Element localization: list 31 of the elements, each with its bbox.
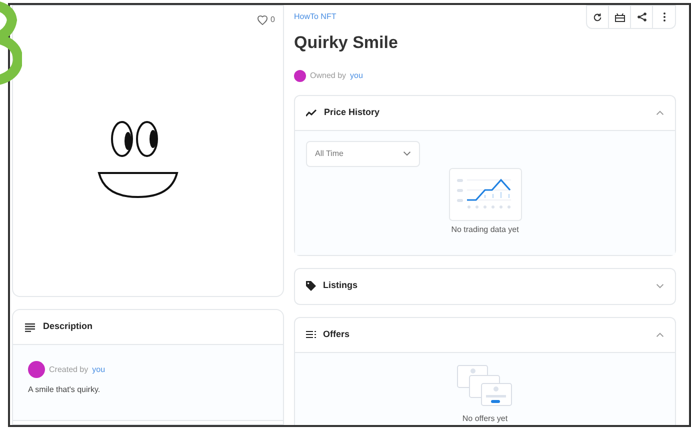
section-title: Offers bbox=[323, 328, 351, 341]
list-icon bbox=[306, 331, 316, 338]
item-title: Quirky Smile bbox=[294, 32, 399, 54]
chevron-icon[interactable] bbox=[656, 110, 664, 116]
created-by-label: Created by bbox=[49, 364, 88, 376]
description-text: A smile that's quirky. bbox=[28, 384, 102, 396]
like-count: 0 bbox=[270, 14, 275, 26]
refresh-icon bbox=[593, 12, 602, 22]
gift-icon bbox=[614, 12, 624, 22]
avatar bbox=[28, 361, 45, 378]
avatar bbox=[294, 70, 306, 82]
creator-link[interactable]: you bbox=[92, 364, 106, 376]
trend-line-icon bbox=[306, 108, 317, 116]
owned-by-label: Owned by bbox=[310, 70, 346, 82]
lines-icon bbox=[25, 322, 35, 332]
empty-offers-illustration bbox=[457, 364, 513, 406]
chevron-icon[interactable] bbox=[656, 283, 664, 289]
more-icon bbox=[662, 12, 666, 22]
time-range-dropdown[interactable]: All Time bbox=[306, 140, 420, 166]
section-title: Price History bbox=[324, 106, 381, 119]
share-icon bbox=[636, 12, 646, 22]
section-title: Description bbox=[43, 320, 93, 334]
empty-state-text: No offers yet bbox=[462, 412, 508, 424]
section-title: Listings bbox=[323, 279, 359, 292]
heart-icon[interactable] bbox=[256, 15, 268, 25]
tag-icon bbox=[306, 281, 316, 291]
chevron-icon[interactable] bbox=[656, 332, 664, 338]
owner-link[interactable]: you bbox=[350, 70, 363, 82]
collection-link[interactable]: HowTo NFT bbox=[294, 11, 336, 23]
empty-state-text: No trading data yet bbox=[451, 224, 519, 236]
chevron-icon bbox=[403, 151, 411, 156]
